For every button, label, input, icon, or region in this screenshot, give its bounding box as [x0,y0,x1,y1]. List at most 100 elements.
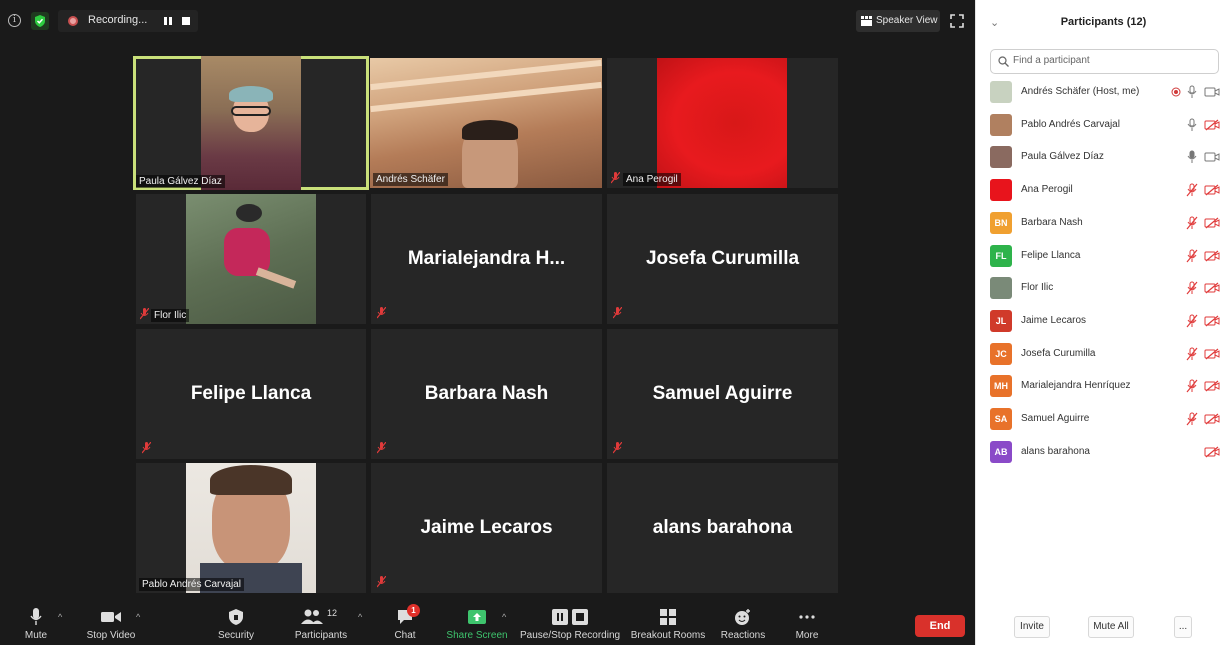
tile-display-name: alans barahona [652,517,793,538]
video-tile-pablo[interactable]: Pablo Andrés Carvajal [136,463,366,593]
video-tile-samuel[interactable]: Samuel Aguirre [607,329,838,459]
muted-mic-icon[interactable] [1186,183,1198,197]
breakout-rooms-button[interactable]: Breakout Rooms [630,600,706,645]
tile-name-label: Ana Perogil [623,173,681,186]
encryption-shield-icon[interactable] [31,12,49,30]
microphone-icon[interactable] [1186,150,1198,164]
camera-off-icon[interactable] [1204,413,1220,425]
speaker-view-icon [861,16,872,26]
participant-search-input[interactable]: Find a participant [990,49,1219,74]
end-meeting-button[interactable]: End [915,615,965,637]
video-tile-ana[interactable]: Ana Perogil [607,58,838,188]
video-tile-flor[interactable]: Flor Ilic [136,194,366,324]
security-button[interactable]: Security [210,600,262,645]
participant-row[interactable]: Flor Ilic [976,273,1230,303]
camera-off-icon[interactable] [1204,184,1220,196]
invite-button[interactable]: Invite [1014,616,1050,638]
participant-avatar: SA [990,408,1012,430]
camera-icon[interactable] [1204,151,1220,163]
participant-video [370,58,602,188]
panel-more-button[interactable]: ... [1174,616,1192,638]
video-tile-felipe[interactable]: Felipe Llanca [136,329,366,459]
video-tile-josefa[interactable]: Josefa Curumilla [607,194,838,324]
stop-recording-icon[interactable] [182,17,190,25]
participant-row[interactable]: Ana Perogil [976,175,1230,205]
video-options-caret-icon[interactable]: ^ [136,612,140,622]
tile-name-label: Flor Ilic [151,309,190,322]
video-tile-paula[interactable]: Paula Gálvez Díaz [133,56,369,190]
recording-dot-icon [68,16,78,26]
participant-name: Flor Ilic [1021,282,1054,294]
muted-mic-icon[interactable] [1186,216,1198,230]
participants-button[interactable]: 12 Participants [290,600,352,645]
participant-avatar: AB [990,440,1012,463]
fullscreen-icon[interactable] [950,14,964,28]
camera-off-icon[interactable] [1204,315,1220,327]
participant-row[interactable]: JL Jaime Lecaros [976,306,1230,336]
participant-name: Paula Gálvez Díaz [1021,151,1104,163]
participant-row[interactable]: Paula Gálvez Díaz [976,142,1230,172]
mute-all-button[interactable]: Mute All [1088,616,1134,638]
participant-row[interactable]: AB alans barahona [976,437,1230,467]
microphone-icon[interactable] [1186,118,1198,132]
video-tile-barbara[interactable]: Barbara Nash [371,329,602,459]
camera-icon[interactable] [1204,86,1220,98]
microphone-icon [30,608,42,625]
chat-button[interactable]: 1 Chat [384,600,426,645]
video-tile-marialejandra[interactable]: Marialejandra H... [371,194,602,324]
camera-off-icon[interactable] [1204,380,1220,392]
security-label: Security [217,630,255,641]
tile-display-name: Barbara Nash [424,383,549,404]
muted-mic-icon[interactable] [1186,347,1198,361]
reactions-button[interactable]: Reactions [716,600,770,645]
pause-stop-recording-button[interactable]: Pause/Stop Recording [520,600,620,645]
mute-button[interactable]: Mute [10,600,62,645]
muted-mic-icon[interactable] [1186,412,1198,426]
participant-row[interactable]: JC Josefa Curumilla [976,339,1230,369]
pause-recording-icon[interactable] [164,17,172,25]
participant-row[interactable]: BN Barbara Nash [976,208,1230,238]
muted-mic-icon [613,307,622,319]
stop-video-button[interactable]: Stop Video [82,600,140,645]
participant-row[interactable]: Andrés Schäfer (Host, me) [976,77,1230,107]
muted-mic-icon[interactable] [1186,249,1198,263]
video-tile-andres[interactable]: Andrés Schäfer [370,58,602,188]
participants-options-caret-icon[interactable]: ^ [358,612,362,622]
camera-off-icon[interactable] [1204,282,1220,294]
info-icon[interactable]: i [8,14,21,27]
video-tile-jaime[interactable]: Jaime Lecaros [371,463,602,593]
participant-name: Andrés Schäfer (Host, me) [1021,86,1140,97]
muted-mic-icon[interactable] [1186,379,1198,393]
participant-name: Marialejandra Henríquez [1021,380,1131,392]
participants-count: 12 [327,608,338,618]
more-button[interactable]: More [786,600,828,645]
participant-avatar [990,81,1012,103]
camera-off-icon[interactable] [1204,217,1220,229]
meeting-topbar: i Recording... Speaker View [0,6,975,34]
muted-mic-icon[interactable] [1186,314,1198,328]
participant-row[interactable]: Pablo Andrés Carvajal [976,110,1230,140]
muted-mic-icon [377,576,386,588]
camera-off-icon[interactable] [1204,446,1220,458]
participant-row[interactable]: FL Felipe Llanca [976,241,1230,271]
reactions-label: Reactions [720,630,766,641]
participant-row[interactable]: SA Samuel Aguirre [976,404,1230,434]
share-screen-button[interactable]: Share Screen [446,600,508,645]
audio-options-caret-icon[interactable]: ^ [58,612,62,622]
video-tile-alans[interactable]: alans barahona [607,463,838,593]
recording-icon [1171,87,1181,97]
microphone-icon[interactable] [1186,85,1198,99]
participant-avatar: JL [990,309,1012,332]
participant-name: alans barahona [1021,445,1090,457]
muted-mic-icon[interactable] [1186,281,1198,295]
camera-off-icon[interactable] [1204,348,1220,360]
speaker-view-button[interactable]: Speaker View [856,10,940,32]
share-options-caret-icon[interactable]: ^ [502,612,506,622]
camera-off-icon[interactable] [1204,119,1220,131]
participant-name: Barbara Nash [1021,216,1083,228]
tile-display-name: Jaime Lecaros [420,517,553,538]
chat-label: Chat [394,630,416,641]
participant-row[interactable]: MH Marialejandra Henríquez [976,371,1230,401]
participant-avatar: FL [990,244,1012,267]
camera-off-icon[interactable] [1204,250,1220,262]
